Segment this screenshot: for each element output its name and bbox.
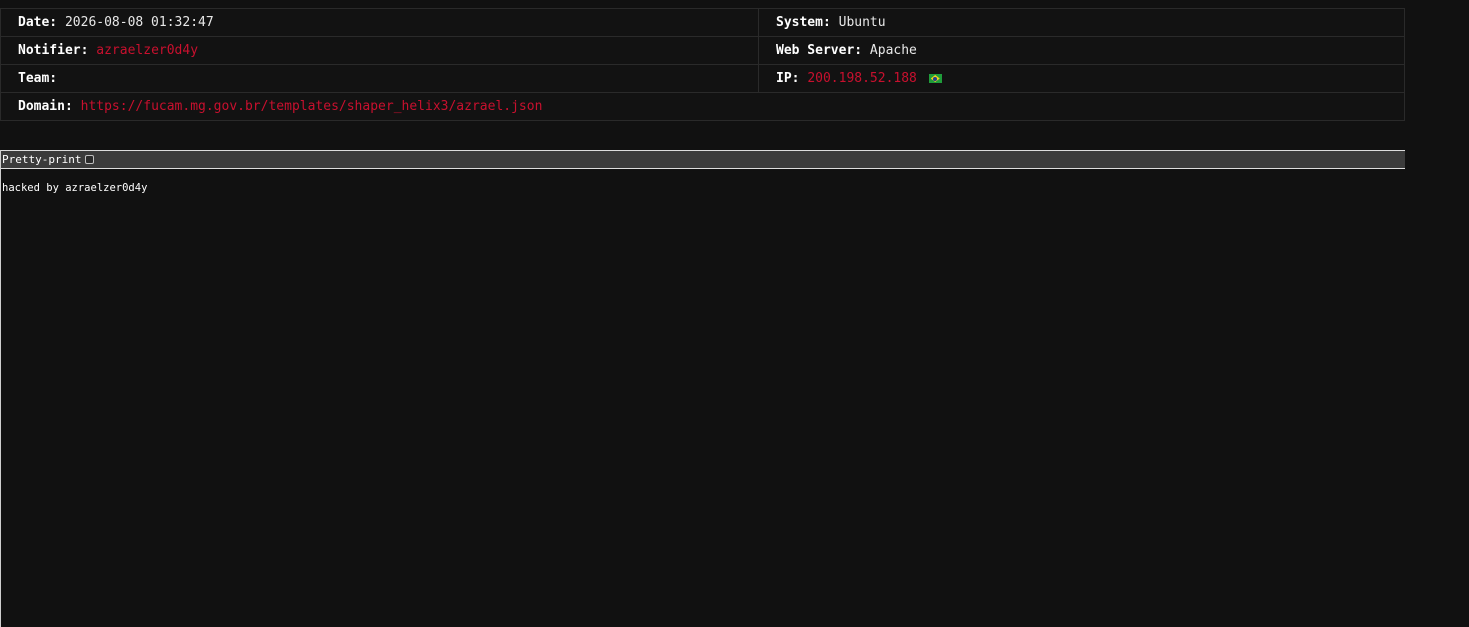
domain-link[interactable]: https://fucam.mg.gov.br/templates/shaper… xyxy=(81,99,543,114)
brazil-flag-icon xyxy=(928,74,942,83)
date-label: Date: xyxy=(18,15,58,30)
ip-cell: IP: 200.198.52.188 xyxy=(758,64,1405,93)
info-row: Date: 2026-08-08 01:32:47 System: Ubuntu xyxy=(0,8,1405,37)
domain-label: Domain: xyxy=(18,99,73,114)
domain-cell: Domain: https://fucam.mg.gov.br/template… xyxy=(0,92,1405,121)
mirror-info-table: Date: 2026-08-08 01:32:47 System: Ubuntu… xyxy=(0,8,1405,121)
date-cell: Date: 2026-08-08 01:32:47 xyxy=(0,8,759,37)
ip-link[interactable]: 200.198.52.188 xyxy=(807,71,917,86)
ip-label: IP: xyxy=(776,71,800,86)
raw-content-text: hacked by azraelzer0d4y xyxy=(2,182,148,194)
webserver-cell: Web Server: Apache xyxy=(758,36,1405,65)
system-cell: System: Ubuntu xyxy=(758,8,1405,37)
date-value: 2026-08-08 01:32:47 xyxy=(64,15,214,30)
pretty-print-toolbar: Pretty-print xyxy=(1,150,1405,169)
pretty-print-label: Pretty-print xyxy=(2,153,82,166)
info-row: Team: IP: 200.198.52.188 xyxy=(0,64,1405,93)
info-row: Domain: https://fucam.mg.gov.br/template… xyxy=(0,92,1405,121)
pretty-print-checkbox[interactable] xyxy=(85,155,95,164)
system-label: System: xyxy=(776,15,831,30)
notifier-cell: Notifier: azraelzer0d4y xyxy=(0,36,759,65)
team-label: Team: xyxy=(18,71,58,86)
webserver-label: Web Server: xyxy=(776,43,863,58)
team-cell: Team: xyxy=(0,64,759,93)
mirror-content-viewer: Pretty-print hacked by azraelzer0d4y xyxy=(0,150,1405,627)
info-row: Notifier: azraelzer0d4y Web Server: Apac… xyxy=(0,36,1405,65)
webserver-value: Apache xyxy=(869,43,917,58)
system-value: Ubuntu xyxy=(838,15,886,30)
notifier-link[interactable]: azraelzer0d4y xyxy=(96,43,198,58)
page: { "info": { "date_label": "Date:", "date… xyxy=(0,0,1469,627)
notifier-label: Notifier: xyxy=(18,43,89,58)
